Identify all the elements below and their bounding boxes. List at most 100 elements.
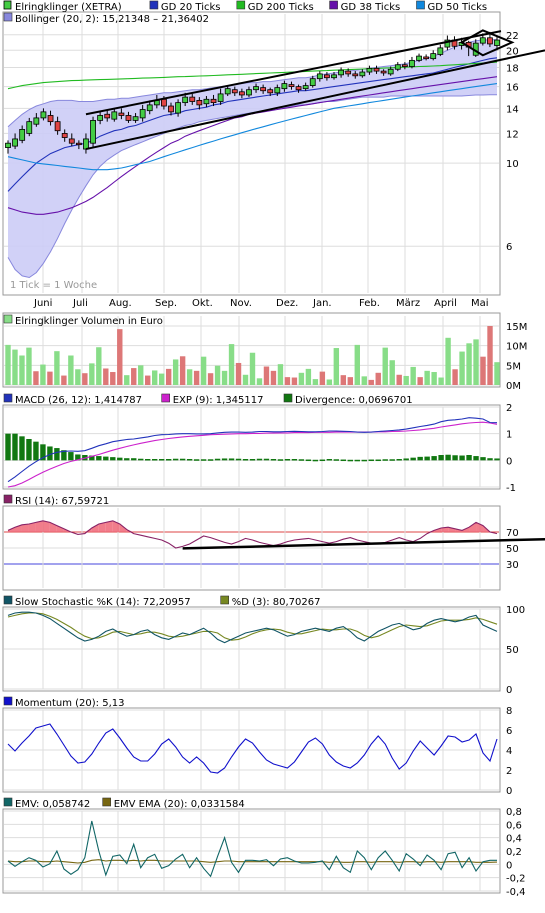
y-tick-label: -1 [506, 483, 516, 494]
divergence-bar [12, 433, 18, 461]
divergence-bar [200, 459, 207, 461]
candle-body [224, 88, 231, 95]
candle-body [203, 98, 210, 105]
divergence-bar [158, 459, 165, 461]
volume-bar [228, 344, 235, 385]
volume-bar [340, 375, 347, 385]
divergence-bar [284, 459, 291, 461]
y-tick-label: 10 [506, 159, 519, 170]
legend-label: EXP (9): 1,345117 [173, 395, 264, 406]
x-tick-label: Nov. [230, 298, 252, 309]
y-tick-label: 5M [506, 361, 521, 372]
x-tick-label: Juli [72, 298, 88, 309]
volume-bar [389, 360, 395, 385]
y-tick-label: 0 [506, 786, 512, 797]
candle-body [423, 56, 430, 60]
candle-body [111, 111, 118, 120]
y-tick-label: 0,8 [506, 807, 522, 818]
candle-body [210, 98, 217, 104]
divergence-bar [165, 459, 172, 461]
divergence-bar [459, 455, 465, 461]
y-tick-label: 0M [506, 381, 521, 392]
divergence-bar [96, 456, 102, 461]
volume-bar [12, 349, 18, 385]
y-tick-label: 18 [506, 63, 519, 74]
volume-bar [179, 356, 186, 385]
divergence-bar [347, 459, 353, 462]
candle-body [416, 55, 422, 61]
y-tick-label: 0,4 [506, 834, 522, 845]
divergence-bar [145, 459, 151, 461]
divergence-bar [403, 458, 409, 461]
legend-swatch [236, 0, 246, 10]
legend-swatch [3, 393, 13, 403]
legend-label: GD 50 Ticks [428, 2, 488, 13]
y-tick-label: 2 [506, 403, 512, 414]
volume-bar [19, 355, 25, 385]
volume-bar [96, 347, 102, 385]
candle-body [324, 74, 330, 79]
volume-bar [277, 364, 284, 385]
divergence-bar [270, 459, 277, 461]
divergence-bar [326, 459, 333, 461]
volume-bar [347, 377, 353, 385]
legend-swatch [3, 314, 13, 324]
volume-bar [263, 366, 270, 385]
divergence-bar [221, 458, 228, 461]
volume-bar [145, 375, 151, 385]
divergence-bar [172, 458, 179, 461]
candle-body [54, 121, 61, 132]
volume-bar [473, 339, 479, 385]
candle-body [40, 111, 47, 119]
momentum-panel: 0 2 4 6 8 Momentum (20): 5,13 [2, 696, 512, 797]
macd-panel: -1 0 1 2 MACD (26, 12): 1,414787 EXP (9): 1,3… [2, 393, 516, 494]
y-tick-label: -0,2 [506, 874, 526, 885]
divergence-bar [417, 456, 423, 461]
legend-swatch [3, 595, 13, 605]
divergence-bar [410, 457, 416, 461]
divergence-bar [396, 459, 402, 461]
volume-bar [424, 370, 430, 385]
candle-body [75, 142, 82, 146]
divergence-bar [68, 452, 74, 461]
y-tick-label: 6 [506, 726, 512, 737]
y-tick-label: 15M [506, 322, 527, 333]
stochastic-panel: 0 50 100 Slow Stochastic %K (14): 72,20957%… [2, 595, 525, 696]
candle-body [274, 87, 281, 94]
divergence-bar [263, 458, 270, 461]
volume-bar [256, 378, 263, 385]
legend-swatch [149, 0, 159, 10]
divergence-bar [256, 458, 263, 461]
legend-swatch [220, 595, 229, 605]
divergence-bar [228, 458, 235, 461]
candle-body [246, 89, 252, 96]
legend-label: Elringklinger Volumen in Euro [15, 316, 163, 327]
divergence-bar [152, 459, 158, 461]
legend-label: Slow Stochastic %K (14): 72,20957 [15, 597, 191, 608]
candle-body [97, 115, 104, 121]
candle-body [47, 115, 54, 123]
x-tick-label: März [396, 298, 420, 309]
divergence-bar [207, 459, 214, 461]
candle-body [196, 99, 203, 106]
legend-label: %D (3): 80,70267 [232, 597, 321, 608]
volume-bar [417, 377, 423, 385]
legend-swatch [161, 393, 170, 403]
y-tick-label: 12 [506, 129, 519, 140]
volume-bar [438, 377, 444, 385]
candle-body [161, 98, 167, 107]
y-tick-label: 4 [506, 746, 512, 757]
volume-bar [89, 363, 95, 385]
candle-body [373, 67, 380, 72]
divergence-bar [103, 456, 109, 461]
legend-label: GD 20 Ticks [161, 2, 221, 13]
y-tick-label: 0,2 [506, 847, 522, 858]
y-tick-label: 0,6 [506, 820, 522, 831]
candle-body [125, 115, 132, 121]
legend-swatch [283, 393, 293, 403]
volume-bar [214, 365, 221, 385]
candle-body [260, 87, 267, 92]
volume-bar [165, 368, 172, 385]
volume-bar [480, 356, 486, 385]
candle-body [182, 96, 189, 104]
